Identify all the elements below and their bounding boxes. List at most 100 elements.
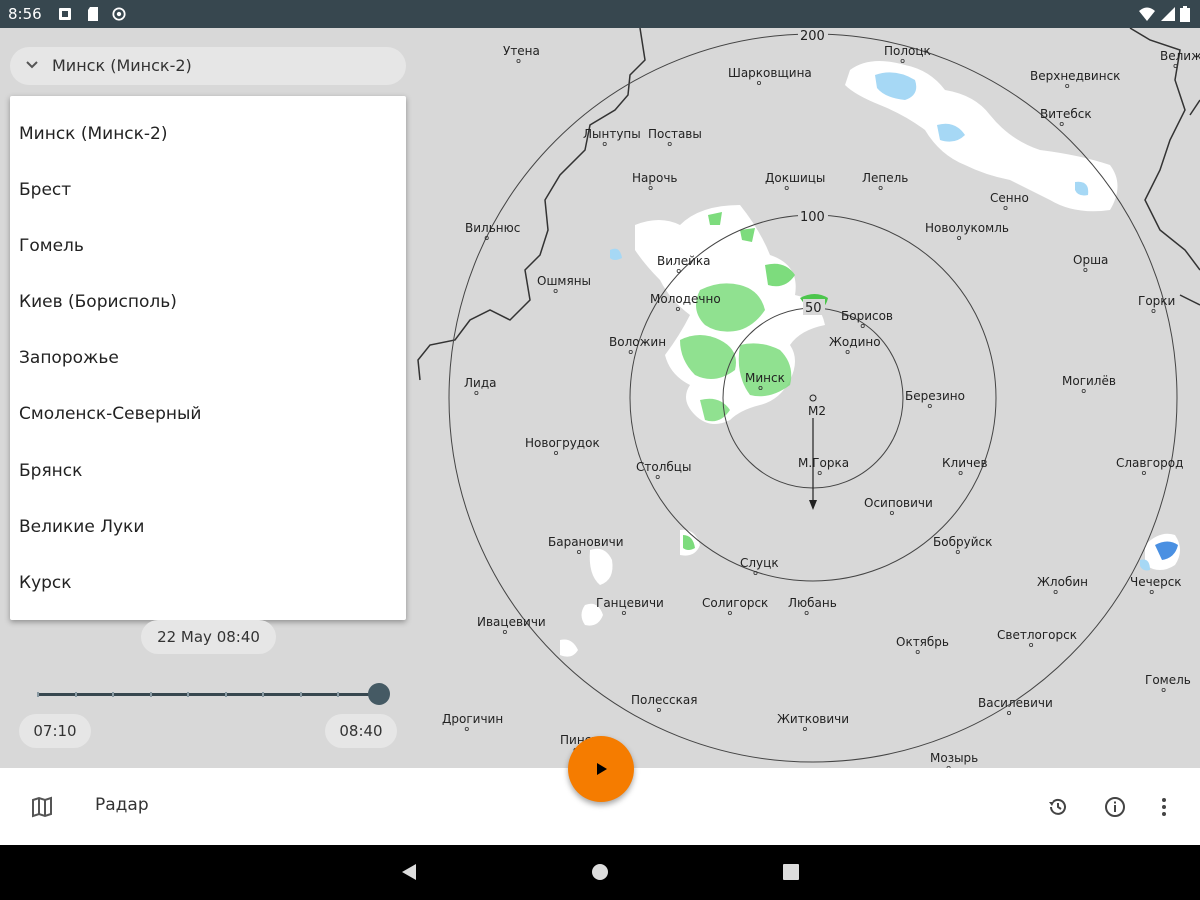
- station-option[interactable]: Брест: [19, 170, 399, 210]
- play-icon: [597, 763, 607, 775]
- city-dot: [502, 630, 507, 635]
- city-label: Барановичи: [548, 535, 624, 549]
- station-option[interactable]: Запорожье: [19, 338, 399, 378]
- station-option[interactable]: Великие Луки: [19, 507, 399, 547]
- radar-rings: [448, 33, 1178, 763]
- country-border: [1189, 99, 1200, 116]
- city-label: Лынтупы: [583, 127, 641, 141]
- status-time: 8:56: [8, 5, 42, 23]
- city-dot: [474, 390, 479, 395]
- sync-icon: [112, 7, 126, 21]
- city-dot: [1081, 388, 1086, 393]
- wind-arrow-head-icon: [809, 500, 817, 510]
- city-label: Верхнедвинск: [1030, 69, 1120, 83]
- notification-icon: [59, 8, 71, 20]
- wifi-icon: [1139, 7, 1155, 21]
- more-vert-icon[interactable]: [1153, 796, 1175, 818]
- station-option[interactable]: Курск: [19, 563, 399, 603]
- station-option[interactable]: Киев (Борисполь): [19, 282, 399, 322]
- city-label: Полоцк: [884, 44, 931, 58]
- play-button[interactable]: [568, 736, 634, 802]
- city-label: Молодечно: [650, 292, 721, 306]
- history-icon[interactable]: [1047, 796, 1069, 818]
- timeline-end-chip: 08:40: [325, 714, 397, 748]
- city-dot: [1141, 470, 1146, 475]
- city-dot: [1007, 711, 1012, 716]
- city-label: Поставы: [648, 127, 702, 141]
- timeline-tick: [299, 692, 302, 697]
- city-label: Жодино: [829, 335, 881, 349]
- city-label: Октябрь: [896, 635, 949, 649]
- timeline-tick: [112, 692, 114, 697]
- city-dot: [621, 611, 626, 616]
- city-dot: [1003, 205, 1008, 210]
- station-marker-icon[interactable]: [809, 394, 817, 402]
- city-label: Ивацевичи: [477, 615, 546, 629]
- city-label: Витебск: [1040, 107, 1092, 121]
- city-dot: [900, 59, 905, 64]
- city-dot: [915, 650, 920, 655]
- system-nav-bar: [0, 845, 1200, 900]
- city-dot: [675, 306, 680, 311]
- city-dot: [1161, 688, 1166, 693]
- city-label: Кличев: [942, 456, 988, 470]
- city-dot: [648, 185, 653, 190]
- country-border: [417, 28, 646, 381]
- city-label: Чечерск: [1130, 575, 1182, 589]
- timeline-tick: [337, 692, 339, 697]
- city-dot: [464, 727, 469, 732]
- city-label: Ошмяны: [537, 274, 591, 288]
- city-label: Лепель: [862, 171, 908, 185]
- timeline-tick: [224, 692, 227, 697]
- current-time-chip: 22 May 08:40: [141, 620, 276, 654]
- signal-icon: [1161, 7, 1175, 21]
- recents-icon[interactable]: [782, 863, 800, 881]
- city-label: Шарковщина: [728, 66, 812, 80]
- ring-label-50: 50: [805, 301, 822, 316]
- city-dot: [958, 470, 963, 475]
- city-label: Славгород: [1116, 456, 1183, 470]
- station-option[interactable]: Смоленск-Северный: [19, 394, 399, 434]
- city-dot: [878, 185, 883, 190]
- city-label: Ганцевичи: [596, 596, 664, 610]
- city-dot: [889, 510, 894, 515]
- city-label: Сенно: [990, 191, 1029, 205]
- timeline-tick: [187, 692, 189, 697]
- back-icon[interactable]: [400, 863, 418, 881]
- precipitation-layer: [560, 61, 1180, 657]
- station-selector[interactable]: Минск (Минск-2): [10, 47, 406, 85]
- station-label: M2: [808, 404, 826, 418]
- station-option[interactable]: Брянск: [19, 451, 399, 491]
- city-label: Любань: [788, 596, 837, 610]
- info-icon[interactable]: [1104, 796, 1126, 818]
- station-option[interactable]: Минск (Минск-2): [19, 114, 399, 154]
- home-icon[interactable]: [591, 863, 609, 881]
- map-icon[interactable]: [31, 796, 53, 818]
- status-bar: 8:56: [0, 0, 1200, 28]
- sd-card-icon: [88, 7, 98, 21]
- city-dot: [1053, 590, 1058, 595]
- city-dot: [804, 611, 809, 616]
- city-dot: [1029, 643, 1034, 648]
- city-dot: [727, 611, 732, 616]
- city-dot: [1151, 308, 1156, 313]
- city-dot: [667, 141, 672, 146]
- city-label: Полесская: [631, 693, 697, 707]
- city-dot: [845, 349, 850, 354]
- city-dot: [602, 141, 607, 146]
- station-option[interactable]: Гомель: [19, 226, 399, 266]
- city-dot: [817, 470, 822, 475]
- city-label: Бобруйск: [933, 535, 992, 549]
- city-dot: [553, 288, 558, 293]
- country-border: [1179, 294, 1200, 306]
- city-label: Вильнюс: [465, 221, 520, 235]
- city-label: Гомель: [1145, 673, 1191, 687]
- city-label: Могилёв: [1062, 374, 1116, 388]
- city-label: Горки: [1138, 294, 1175, 308]
- timeline-slider-track[interactable]: [37, 693, 379, 696]
- timeline-tick: [37, 692, 39, 697]
- city-label: Нарочь: [632, 171, 678, 185]
- timeline-slider-thumb[interactable]: [368, 683, 390, 705]
- city-label: Воложин: [609, 335, 666, 349]
- battery-icon: [1180, 6, 1190, 22]
